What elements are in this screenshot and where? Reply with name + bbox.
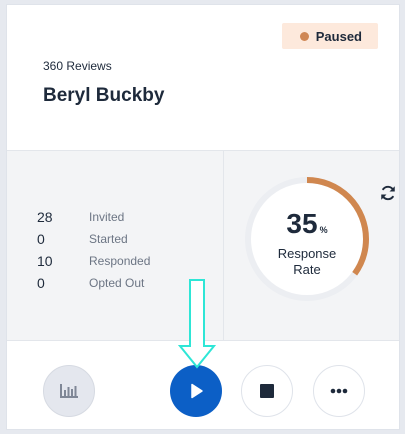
stat-invited: 28 Invited <box>37 208 124 226</box>
play-button[interactable] <box>170 365 222 417</box>
status-badge: Paused <box>281 23 378 49</box>
stat-value: 0 <box>37 275 45 291</box>
stat-started: 0 Started <box>37 230 128 248</box>
stat-label: Invited <box>89 210 125 224</box>
more-horizontal-icon <box>330 388 348 394</box>
card-header: Paused 360 Reviews Beryl Buckby <box>7 5 399 149</box>
refresh-icon[interactable] <box>379 184 397 202</box>
status-dot <box>299 31 309 41</box>
stop-icon <box>260 384 274 398</box>
status-label: Paused <box>315 28 362 44</box>
more-options-button[interactable] <box>313 365 365 417</box>
campaign-title: Beryl Buckby <box>43 85 165 106</box>
response-rate-label: Response Rate <box>242 246 372 278</box>
stat-label: Opted Out <box>89 276 145 290</box>
down-arrow-icon <box>177 279 217 369</box>
response-rate-value: 35% <box>242 208 372 240</box>
rate-number: 35 <box>286 208 318 239</box>
rate-unit: % <box>319 225 328 235</box>
stat-value: 0 <box>37 231 45 247</box>
stop-button[interactable] <box>241 365 293 417</box>
bar-chart-icon <box>60 384 78 398</box>
stat-value: 28 <box>37 209 53 225</box>
response-rate-panel: 35% Response Rate <box>224 150 399 340</box>
play-icon <box>191 383 203 399</box>
stat-value: 10 <box>37 253 53 269</box>
rate-label-line1: Response <box>277 246 337 261</box>
stat-label: Responded <box>89 254 151 268</box>
gauge-text: 35% Response Rate <box>242 174 372 304</box>
stat-responded: 10 Responded <box>37 252 150 270</box>
stat-opted-out: 0 Opted Out <box>37 274 144 292</box>
stat-label: Started <box>89 232 128 246</box>
reports-button[interactable] <box>43 365 95 417</box>
rate-label-line2: Rate <box>293 262 321 277</box>
campaign-type: 360 Reviews <box>43 59 112 73</box>
